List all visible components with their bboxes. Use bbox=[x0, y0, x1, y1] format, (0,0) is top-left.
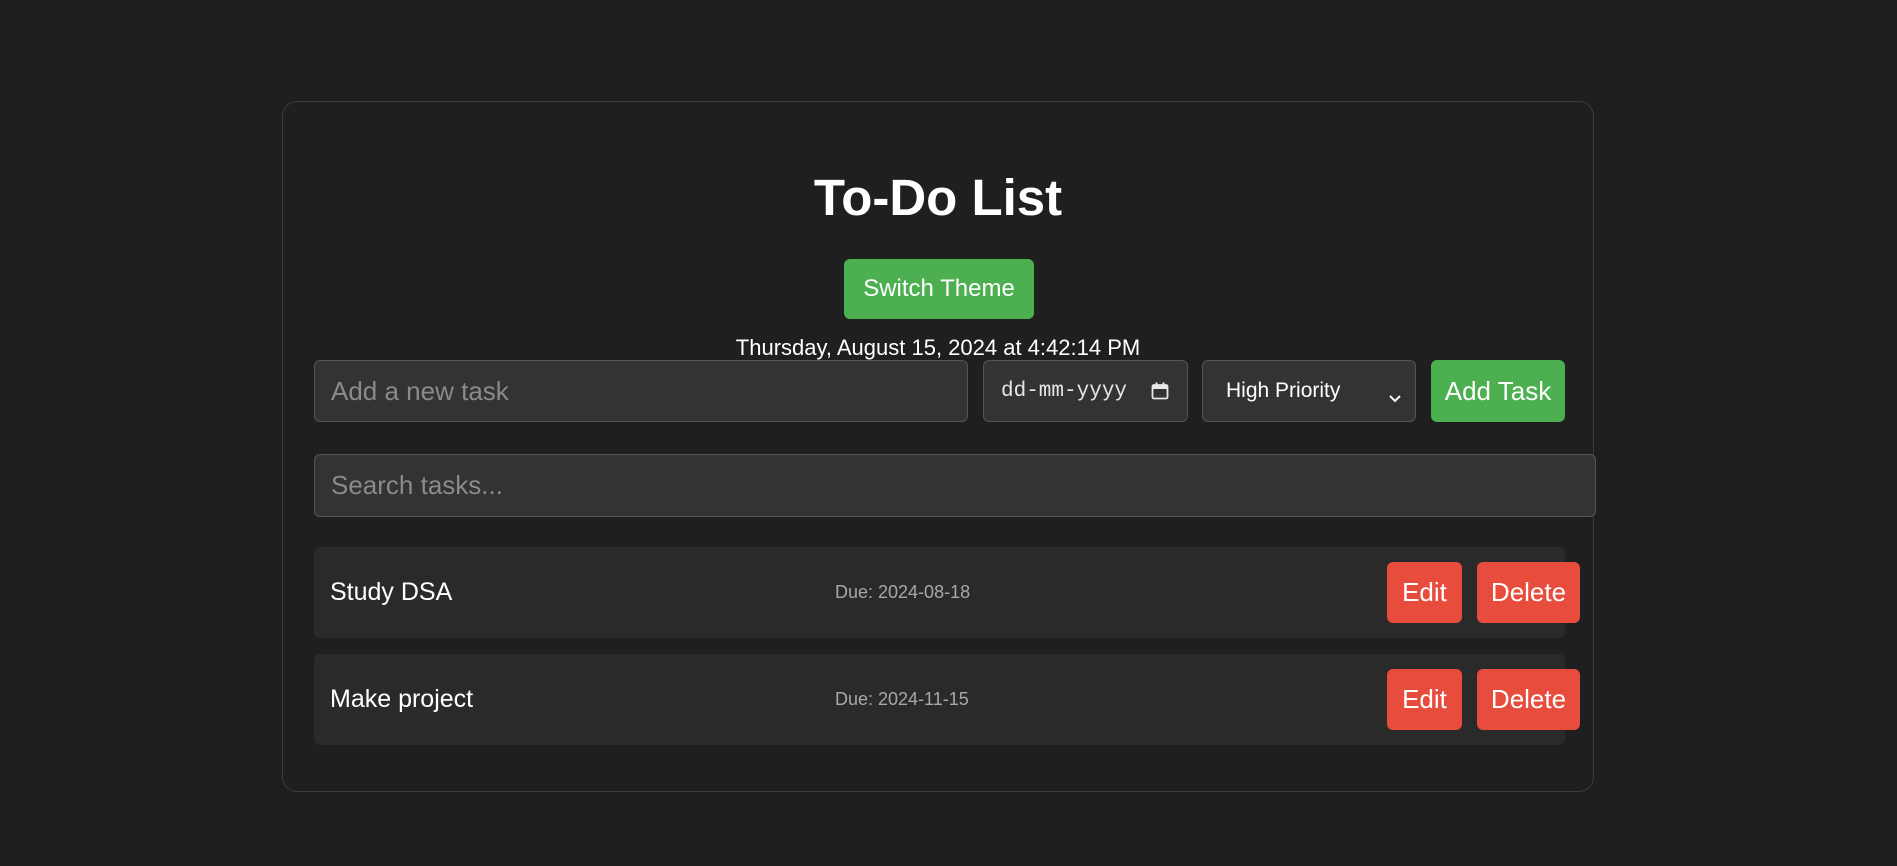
task-row: Make project Due: 2024-11-15 Edit Delete bbox=[314, 654, 1580, 745]
edit-task-button[interactable]: Edit bbox=[1387, 669, 1462, 730]
due-date-placeholder: dd-mm-yyyy bbox=[1001, 379, 1128, 403]
task-due-date: Due: 2024-11-15 bbox=[835, 689, 969, 709]
search-placeholder: Search tasks... bbox=[331, 470, 503, 500]
delete-task-button[interactable]: Delete bbox=[1477, 669, 1580, 730]
switch-theme-button[interactable]: Switch Theme bbox=[844, 259, 1034, 319]
search-input[interactable]: Search tasks... bbox=[314, 454, 1596, 517]
calendar-icon[interactable] bbox=[1151, 382, 1169, 400]
due-date-input[interactable]: dd-mm-yyyy bbox=[983, 360, 1188, 422]
task-row: Study DSA Due: 2024-08-18 Edit Delete bbox=[314, 547, 1580, 638]
current-datetime: Thursday, August 15, 2024 at 4:42:14 PM bbox=[735, 335, 1141, 360]
new-task-placeholder: Add a new task bbox=[331, 375, 509, 406]
task-name: Study DSA bbox=[330, 578, 453, 606]
new-task-input[interactable]: Add a new task bbox=[314, 360, 968, 422]
task-name: Make project bbox=[330, 685, 474, 713]
delete-task-button[interactable]: Delete bbox=[1477, 562, 1580, 623]
priority-select[interactable]: High Priority bbox=[1202, 360, 1416, 422]
chevron-down-icon bbox=[1388, 386, 1402, 403]
task-due-date: Due: 2024-08-18 bbox=[835, 582, 971, 602]
edit-task-button[interactable]: Edit bbox=[1387, 562, 1462, 623]
priority-selected-value: High Priority bbox=[1226, 379, 1341, 402]
page-title: To-Do List bbox=[813, 169, 1063, 226]
add-task-button[interactable]: Add Task bbox=[1431, 360, 1565, 422]
todo-card: To-Do List Switch Theme Thursday, August… bbox=[282, 101, 1596, 792]
